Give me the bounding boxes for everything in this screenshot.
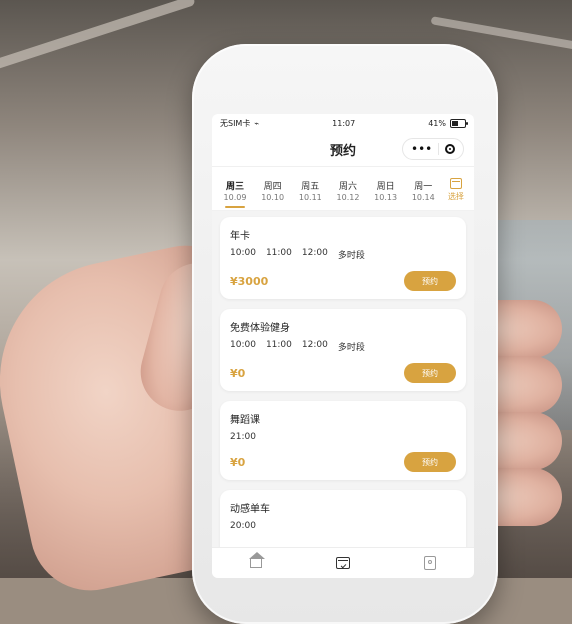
tab-day-1[interactable]: 周四 10.10: [256, 182, 290, 202]
card-footer: ¥0 预约: [230, 452, 456, 472]
time-slot[interactable]: 12:00: [302, 340, 328, 353]
nav-bar: 预约 •••: [212, 132, 474, 167]
tab-day-0[interactable]: 周三 10.09: [218, 182, 252, 208]
tab-weekday: 周六: [338, 182, 357, 193]
profile-icon: [424, 556, 437, 570]
class-card[interactable]: 舞蹈课 21:00 ¥0 预约: [220, 401, 466, 480]
card-footer: ¥3000 预约: [230, 271, 456, 291]
class-name: 舞蹈课: [230, 415, 260, 426]
tab-date: 10.10: [261, 192, 285, 202]
book-button[interactable]: 预约: [404, 452, 456, 472]
tab-booking[interactable]: [332, 552, 354, 574]
time-slots: 10:00 11:00 12:00 多时段: [230, 248, 456, 261]
status-left: 无SIM卡 ⌁: [220, 118, 259, 129]
tab-weekday: 周四: [263, 182, 282, 193]
status-bar: 无SIM卡 ⌁ 11:07 41%: [212, 114, 474, 132]
bottom-tab-bar: [212, 547, 474, 578]
time-slot[interactable]: 10:00: [230, 340, 256, 353]
date-picker-button[interactable]: 选择: [444, 178, 468, 202]
class-card[interactable]: 年卡 10:00 11:00 12:00 多时段 ¥3000 预约: [220, 217, 466, 299]
battery-icon: [449, 118, 468, 128]
time-slots: 20:00: [230, 521, 456, 531]
close-target-icon[interactable]: [444, 144, 455, 154]
tab-date: 10.09: [223, 192, 247, 202]
miniapp-capsule[interactable]: •••: [402, 138, 464, 160]
status-right: 41%: [428, 118, 468, 128]
time-slot[interactable]: 20:00: [230, 521, 256, 531]
page-title: 预约: [329, 143, 356, 159]
tab-weekday: 周日: [376, 182, 395, 193]
book-button[interactable]: 预约: [404, 363, 456, 383]
tab-day-2[interactable]: 周五 10.11: [293, 182, 327, 202]
time-slot[interactable]: 11:00: [266, 340, 292, 353]
time-slots: 10:00 11:00 12:00 多时段: [230, 340, 456, 353]
calendar-icon: [335, 557, 350, 569]
card-footer: ¥0 预约: [230, 363, 456, 383]
wifi-icon: ⌁: [254, 118, 260, 128]
price: ¥3000: [230, 274, 269, 288]
class-name: 年卡: [230, 231, 250, 242]
tab-profile[interactable]: [419, 552, 441, 574]
battery-level: [451, 120, 458, 126]
carrier-label: 无SIM卡: [220, 118, 251, 128]
tab-day-3[interactable]: 周六 10.12: [331, 182, 365, 202]
time-slot[interactable]: 12:00: [302, 248, 328, 261]
tab-date: 10.12: [336, 192, 360, 202]
time-slot[interactable]: 21:00: [230, 432, 256, 442]
time-slot[interactable]: 10:00: [230, 248, 256, 261]
book-button[interactable]: 预约: [404, 271, 456, 291]
ceiling-beam: [0, 0, 196, 79]
tab-day-5[interactable]: 周一 10.14: [406, 182, 440, 202]
time-slots: 21:00: [230, 432, 456, 442]
time-slot[interactable]: 11:00: [266, 248, 292, 261]
home-icon: [248, 552, 265, 568]
tab-weekday: 周一: [414, 182, 433, 193]
class-name: 免费体验健身: [230, 323, 290, 334]
class-name: 动感单车: [230, 504, 270, 515]
battery-percent: 41%: [428, 118, 446, 128]
more-icon[interactable]: •••: [411, 143, 432, 155]
price: ¥0: [230, 366, 246, 380]
tab-day-4[interactable]: 周日 10.13: [369, 182, 403, 202]
tab-weekday: 周三: [225, 182, 244, 193]
tab-date: 10.11: [298, 192, 322, 202]
class-card[interactable]: 免费体验健身 10:00 11:00 12:00 多时段 ¥0 预约: [220, 309, 466, 391]
time-slot-more[interactable]: 多时段: [338, 248, 365, 261]
status-time: 11:07: [332, 118, 356, 128]
tab-home[interactable]: [245, 552, 267, 574]
class-list: 年卡 10:00 11:00 12:00 多时段 ¥3000 预约 免费体验健身…: [212, 211, 474, 573]
date-picker-label: 选择: [447, 192, 464, 201]
price: ¥0: [230, 455, 246, 469]
phone-screen: 无SIM卡 ⌁ 11:07 41% 预约 ••• 周三 10.09 周四 10.…: [212, 114, 474, 578]
calendar-icon: [449, 178, 462, 189]
time-slot-more[interactable]: 多时段: [338, 340, 365, 353]
capsule-divider: [438, 143, 440, 155]
tab-weekday: 周五: [301, 182, 320, 193]
tab-date: 10.14: [411, 192, 435, 202]
tab-date: 10.13: [374, 192, 398, 202]
date-tabs: 周三 10.09 周四 10.10 周五 10.11 周六 10.12 周日 1…: [212, 167, 474, 211]
